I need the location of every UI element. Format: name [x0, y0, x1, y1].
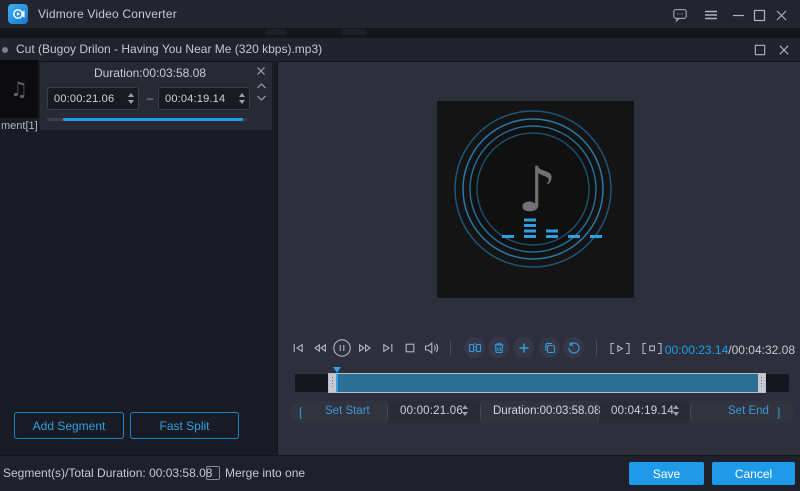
add-segment-button[interactable]: Add Segment: [14, 412, 124, 439]
cut-dialog-header: Cut (Bugoy Drilon - Having You Near Me (…: [0, 38, 800, 62]
music-note-icon: ♫: [10, 77, 28, 101]
skip-end-icon[interactable]: [380, 340, 396, 356]
merge-checkbox[interactable]: [206, 466, 220, 480]
app-window: Vidmore Video Converter Cut (Bugoy Drilo…: [0, 0, 800, 491]
app-title: Vidmore Video Converter: [38, 7, 177, 21]
feedback-icon[interactable]: [672, 7, 688, 23]
playhead-line: [336, 374, 338, 392]
background-tab-hint: [341, 29, 367, 35]
dialog-title: Cut (Bugoy Drilon - Having You Near Me (…: [16, 42, 322, 56]
playhead-marker[interactable]: [333, 367, 341, 373]
pause-icon[interactable]: [332, 338, 352, 358]
segment-move-down-icon[interactable]: [256, 94, 267, 102]
background-tab-hint: [265, 29, 287, 35]
app-logo-icon: [8, 4, 28, 24]
trim-end-spinner[interactable]: [673, 405, 683, 416]
trim-bar: [ Set Start 00:00:21.06 Duration:00:03:5…: [290, 401, 795, 423]
segment-move-up-icon[interactable]: [256, 82, 267, 90]
titlebar: Vidmore Video Converter: [0, 0, 800, 28]
cancel-label: Cancel: [735, 467, 772, 481]
close-icon[interactable]: [773, 7, 789, 23]
trim-start-handle[interactable]: [329, 374, 336, 392]
divider: [450, 340, 451, 356]
close-bracket: ]: [777, 405, 780, 419]
dialog-title-icon: [2, 47, 8, 53]
segment-end-spinner[interactable]: [239, 93, 249, 104]
stop-icon[interactable]: [402, 340, 418, 356]
range-separator: –: [144, 91, 156, 105]
segment-item-label: ment[1]: [1, 120, 38, 132]
timeline-selection[interactable]: [328, 373, 766, 393]
menu-icon[interactable]: [703, 7, 719, 23]
cancel-button[interactable]: Cancel: [712, 462, 795, 485]
fast-split-label: Fast Split: [159, 419, 209, 433]
copy-icon[interactable]: [539, 337, 560, 358]
set-end-button[interactable]: Set End: [728, 405, 769, 417]
fast-forward-icon[interactable]: [357, 340, 374, 356]
add-icon[interactable]: [513, 337, 534, 358]
background-window-strip: [0, 28, 800, 38]
divider: [387, 405, 388, 419]
rewind-icon[interactable]: [311, 340, 328, 356]
delete-icon[interactable]: [488, 337, 509, 358]
playback-time: 00:00:23.14/00:04:32.08: [665, 343, 795, 357]
segment-close-icon[interactable]: [256, 66, 266, 76]
segment-end-input[interactable]: 00:04:19.14: [158, 87, 250, 110]
set-start-button[interactable]: Set Start: [325, 405, 370, 417]
segment-start-value: 00:00:21.06: [48, 93, 128, 105]
maximize-icon[interactable]: [751, 7, 767, 23]
segment-range-fill: [63, 118, 243, 121]
music-note-icon: ♪: [517, 153, 557, 226]
divider: [596, 340, 597, 356]
split-icon[interactable]: [464, 337, 485, 358]
stop-segment-icon[interactable]: [639, 341, 665, 356]
divider: [690, 405, 691, 419]
dialog-maximize-icon[interactable]: [752, 42, 768, 58]
skip-start-icon[interactable]: [290, 340, 306, 356]
current-time: 00:00:23.14: [665, 343, 728, 357]
reset-icon[interactable]: [563, 337, 584, 358]
trim-start-value[interactable]: 00:00:21.06: [400, 405, 463, 417]
segment-start-input[interactable]: 00:00:21.06: [47, 87, 139, 110]
open-bracket: [: [299, 405, 302, 419]
play-segment-icon[interactable]: [607, 341, 633, 356]
trim-end-handle[interactable]: [758, 374, 765, 392]
trim-end-value[interactable]: 00:04:19.14: [611, 405, 674, 417]
add-segment-label: Add Segment: [33, 419, 106, 433]
segment-end-value: 00:04:19.14: [159, 93, 239, 105]
segment-start-spinner[interactable]: [128, 93, 138, 104]
total-time: /00:04:32.08: [728, 343, 795, 357]
dialog-close-icon[interactable]: [776, 42, 792, 58]
segment-thumbnail[interactable]: ♫: [0, 60, 38, 118]
trim-start-spinner[interactable]: [462, 405, 472, 416]
trim-duration-label: Duration:00:03:58.08: [493, 405, 600, 417]
total-duration-summary: Segment(s)/Total Duration: 00:03:58.08: [3, 466, 212, 480]
divider: [480, 405, 481, 419]
save-button[interactable]: Save: [629, 462, 704, 485]
audio-preview: ♪: [437, 101, 634, 298]
fast-split-button[interactable]: Fast Split: [130, 412, 239, 439]
save-label: Save: [653, 467, 680, 481]
divider: [598, 405, 599, 419]
volume-icon[interactable]: [423, 340, 441, 356]
minimize-icon[interactable]: [730, 7, 746, 23]
segment-duration-label: Duration:00:03:58.08: [70, 66, 230, 80]
merge-label[interactable]: Merge into one: [225, 466, 305, 480]
